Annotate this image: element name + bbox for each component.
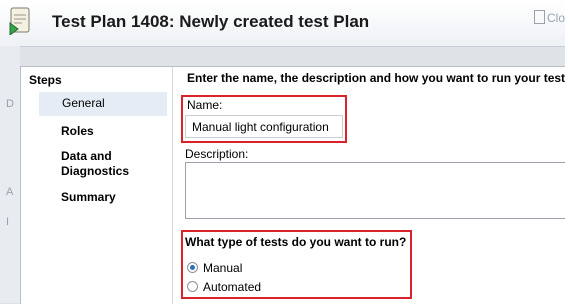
background-panel: D A I: [0, 46, 20, 303]
steps-panel: Steps General Roles Data and Diagnostics…: [21, 67, 173, 304]
manual-label: Manual: [203, 261, 243, 275]
name-label: Name:: [187, 98, 223, 112]
test-plan-icon: [9, 7, 30, 35]
automated-label: Automated: [203, 280, 262, 294]
manual-radio[interactable]: [187, 262, 198, 273]
wizard-dialog: Steps General Roles Data and Diagnostics…: [20, 66, 565, 304]
description-label: Description:: [185, 147, 249, 161]
description-input[interactable]: [185, 162, 565, 219]
name-input[interactable]: Manual light configuration: [185, 115, 343, 138]
background-letter-2: A: [6, 186, 14, 198]
instruction-text: Enter the name, the description and how …: [187, 71, 565, 85]
step-general[interactable]: General: [39, 92, 167, 116]
window-title: Test Plan 1408: Newly created test Plan: [52, 12, 370, 31]
step-data-and-diagnostics[interactable]: Data and Diagnostics: [61, 149, 131, 179]
background-letter-1: D: [6, 98, 14, 110]
step-general-label: General: [62, 96, 105, 110]
close-label: Clo: [546, 11, 565, 25]
step-roles[interactable]: Roles: [61, 124, 94, 139]
automated-radio[interactable]: [187, 281, 198, 292]
close-icon: [533, 10, 545, 24]
run-type-question: What type of tests do you want to run?: [185, 235, 407, 249]
background-letter-3: I: [6, 216, 10, 228]
step-summary[interactable]: Summary: [61, 190, 116, 205]
general-page: Enter the name, the description and how …: [173, 67, 565, 304]
close-button[interactable]: Clo: [533, 10, 565, 25]
steps-header: Steps: [29, 73, 62, 87]
title-bar: Test Plan 1408: Newly created test Plan …: [0, 0, 565, 47]
